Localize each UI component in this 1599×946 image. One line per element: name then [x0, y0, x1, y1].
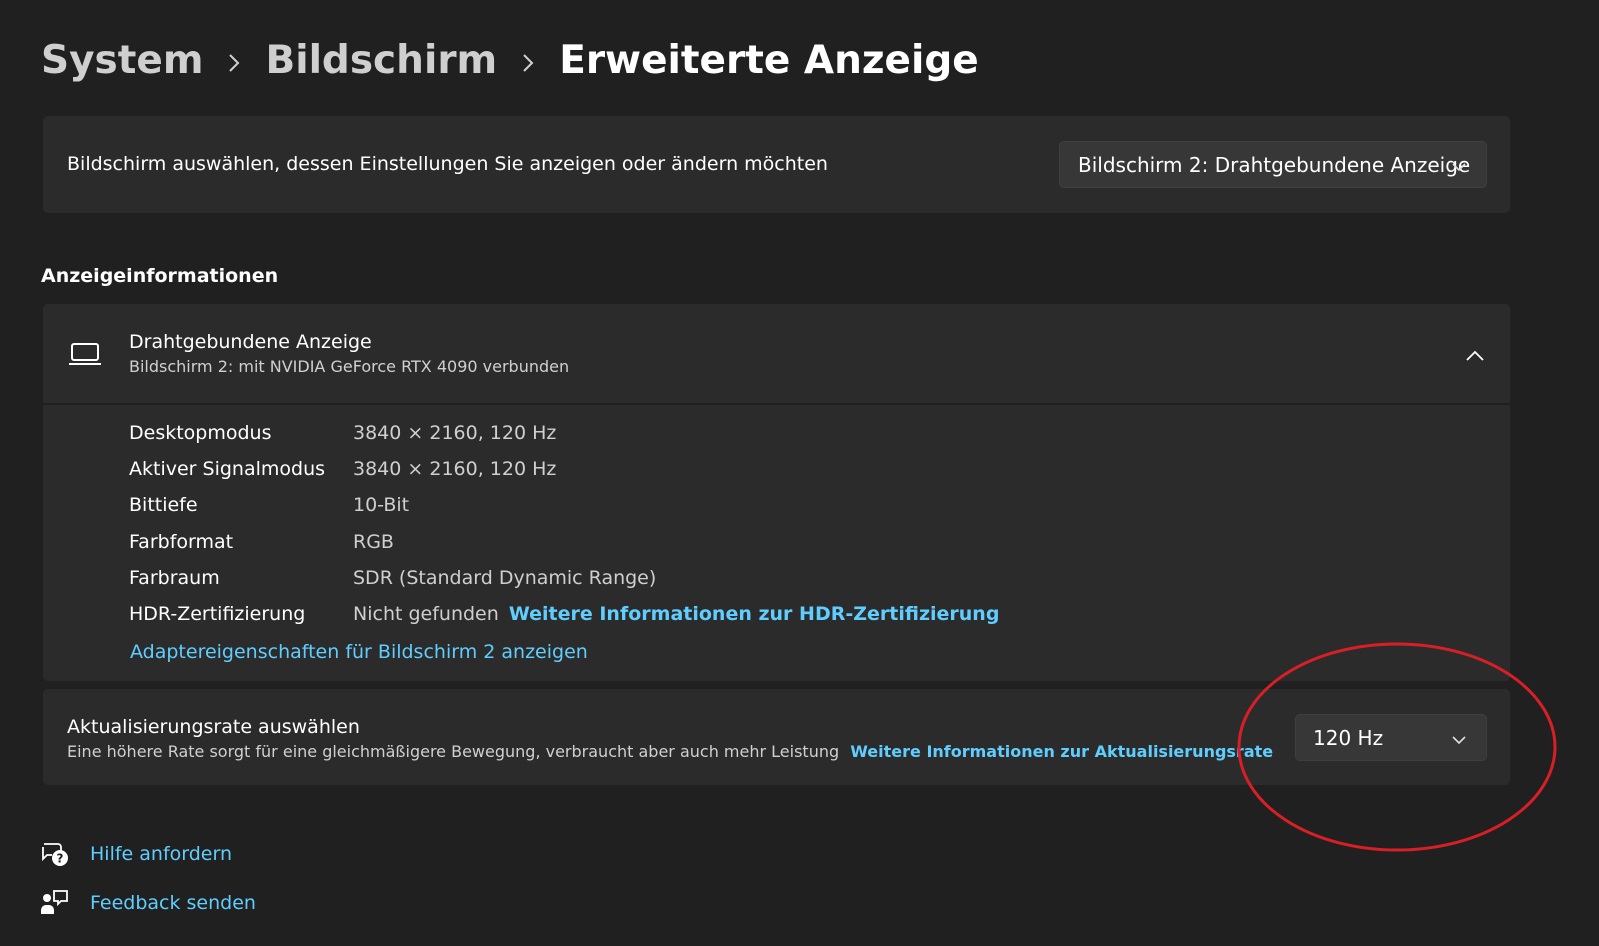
adapter-properties-link[interactable]: Adaptereigenschaften für Bildschirm 2 an… [130, 641, 588, 663]
info-value-desktop-mode: 3840 × 2160, 120 Hz [353, 422, 557, 444]
page-title: Erweiterte Anzeige [559, 37, 979, 83]
feedback-label: Feedback senden [90, 892, 256, 914]
help-label: Hilfe anfordern [90, 843, 233, 865]
info-value-color-format: RGB [353, 531, 394, 553]
display-selector-card: Bildschirm auswählen, dessen Einstellung… [43, 116, 1510, 213]
display-info-header[interactable]: Drahtgebundene Anzeige Bildschirm 2: mit… [43, 304, 1510, 403]
refresh-rate-title: Aktualisierungsrate auswählen [67, 716, 360, 738]
laptop-icon [69, 342, 101, 370]
feedback-link[interactable]: Feedback senden [40, 887, 256, 919]
breadcrumb-system[interactable]: System [41, 38, 203, 83]
refresh-rate-info-link[interactable]: Weitere Informationen zur Aktualisierung… [850, 742, 1273, 761]
display-selector-label: Bildschirm auswählen, dessen Einstellung… [67, 153, 828, 175]
help-chat-icon: ? [40, 839, 70, 869]
device-title: Drahtgebundene Anzeige [129, 331, 372, 353]
chevron-right-icon [203, 38, 265, 83]
hdr-status: Nicht gefunden [353, 603, 499, 625]
breadcrumb: System Bildschirm Erweiterte Anzeige [41, 30, 979, 90]
help-link[interactable]: ? Hilfe anfordern [40, 838, 232, 870]
info-value-bit-depth: 10-Bit [353, 494, 410, 516]
info-label-color-space: Farbraum [129, 567, 220, 589]
feedback-icon [40, 888, 70, 918]
svg-text:?: ? [57, 852, 64, 866]
info-label-signal-mode: Aktiver Signalmodus [129, 458, 326, 480]
info-label-hdr-certification: HDR-Zertifizierung [129, 603, 306, 625]
hdr-info-link[interactable]: Weitere Informationen zur HDR-Zertifizie… [509, 603, 1000, 625]
section-title: Anzeigeinformationen [41, 265, 279, 287]
info-label-desktop-mode: Desktopmodus [129, 422, 272, 444]
breadcrumb-bildschirm[interactable]: Bildschirm [265, 38, 497, 83]
info-value-hdr-certification: Nicht gefunden Weitere Informationen zur… [353, 603, 999, 625]
chevron-right-icon [497, 38, 559, 83]
chevron-up-icon[interactable] [1466, 347, 1484, 366]
annotation-circle [1237, 642, 1557, 852]
chevron-down-icon [1452, 153, 1466, 177]
refresh-rate-description: Eine höhere Rate sorgt für eine gleichmä… [67, 742, 840, 761]
display-select-value: Bildschirm 2: Drahtgebundene Anzeige [1078, 152, 1471, 177]
device-subtitle: Bildschirm 2: mit NVIDIA GeForce RTX 409… [129, 357, 570, 376]
refresh-rate-description-line: Eine höhere Rate sorgt für eine gleichmä… [67, 742, 1273, 761]
info-label-color-format: Farbformat [129, 531, 234, 553]
display-select-dropdown[interactable]: Bildschirm 2: Drahtgebundene Anzeige [1059, 141, 1487, 188]
info-value-signal-mode: 3840 × 2160, 120 Hz [353, 458, 557, 480]
info-label-bit-depth: Bittiefe [129, 494, 198, 516]
info-value-color-space: SDR (Standard Dynamic Range) [353, 567, 657, 589]
